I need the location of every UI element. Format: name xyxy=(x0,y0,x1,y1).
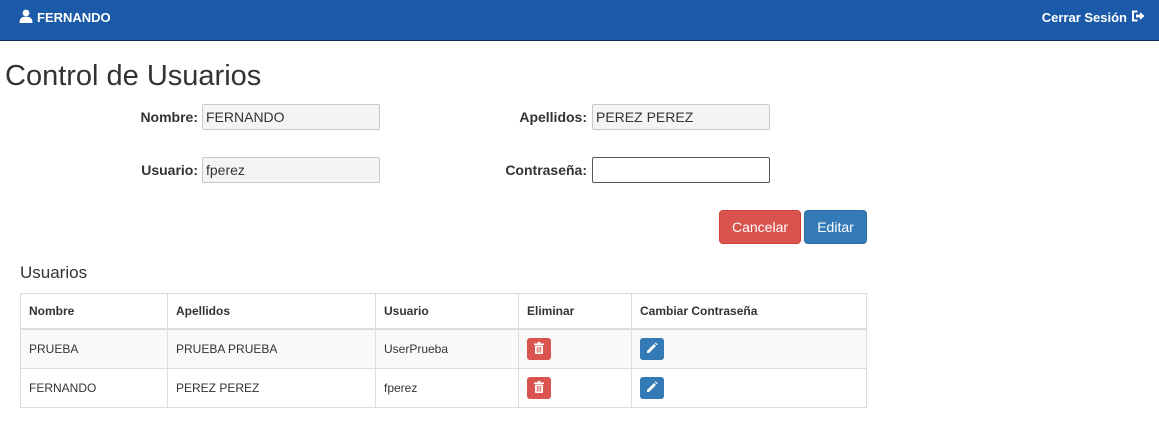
apellidos-label: Apellidos: xyxy=(519,109,587,125)
delete-user-button[interactable] xyxy=(527,338,551,360)
cell-nombre: FERNANDO xyxy=(20,368,168,408)
pencil-icon xyxy=(646,380,658,396)
top-navbar: FERNANDO Cerrar Sesión xyxy=(0,0,1159,41)
cell-nombre: PRUEBA xyxy=(20,328,168,369)
header-eliminar: Eliminar xyxy=(518,293,632,330)
current-user: FERNANDO xyxy=(19,9,111,26)
header-apellidos: Apellidos xyxy=(167,293,376,330)
logout-icon xyxy=(1131,9,1145,26)
current-user-name: FERNANDO xyxy=(37,10,111,25)
table-row: PRUEBA PRUEBA PRUEBA UserPrueba xyxy=(20,328,867,369)
cell-usuario: UserPrueba xyxy=(375,328,519,369)
contrasena-label: Contraseña: xyxy=(505,162,587,178)
edit-button[interactable]: Editar xyxy=(804,210,867,244)
nombre-field[interactable] xyxy=(202,104,380,130)
change-password-button[interactable] xyxy=(640,338,664,360)
change-password-button[interactable] xyxy=(640,377,664,399)
usuario-field[interactable] xyxy=(202,157,380,183)
logout-link[interactable]: Cerrar Sesión xyxy=(1042,9,1145,26)
pencil-icon xyxy=(646,341,658,357)
header-nombre: Nombre xyxy=(20,293,168,330)
header-usuario: Usuario xyxy=(375,293,519,330)
cell-eliminar xyxy=(518,368,632,408)
user-icon xyxy=(19,9,33,26)
delete-user-button[interactable] xyxy=(527,377,551,399)
cell-eliminar xyxy=(518,328,632,369)
page-title: Control de Usuarios xyxy=(5,60,262,92)
cell-apellidos: PEREZ PEREZ xyxy=(167,368,376,408)
users-section-title: Usuarios xyxy=(20,263,88,282)
cancel-button[interactable]: Cancelar xyxy=(719,210,801,244)
users-table: Nombre Apellidos Usuario Eliminar Cambia… xyxy=(20,293,867,408)
table-row: FERNANDO PEREZ PEREZ fperez xyxy=(20,368,867,408)
header-cambiar-contrasena: Cambiar Contraseña xyxy=(631,293,867,330)
cell-cambiar-contrasena xyxy=(631,328,867,369)
trash-icon xyxy=(534,341,544,357)
password-field[interactable] xyxy=(592,157,770,183)
usuario-label: Usuario: xyxy=(141,162,198,178)
table-header-row: Nombre Apellidos Usuario Eliminar Cambia… xyxy=(20,293,867,330)
cell-usuario: fperez xyxy=(375,368,519,408)
trash-icon xyxy=(534,380,544,396)
apellidos-field[interactable] xyxy=(592,104,770,130)
cell-cambiar-contrasena xyxy=(631,368,867,408)
logout-label: Cerrar Sesión xyxy=(1041,10,1127,25)
cell-apellidos: PRUEBA PRUEBA xyxy=(167,328,376,369)
nombre-label: Nombre: xyxy=(140,109,198,125)
